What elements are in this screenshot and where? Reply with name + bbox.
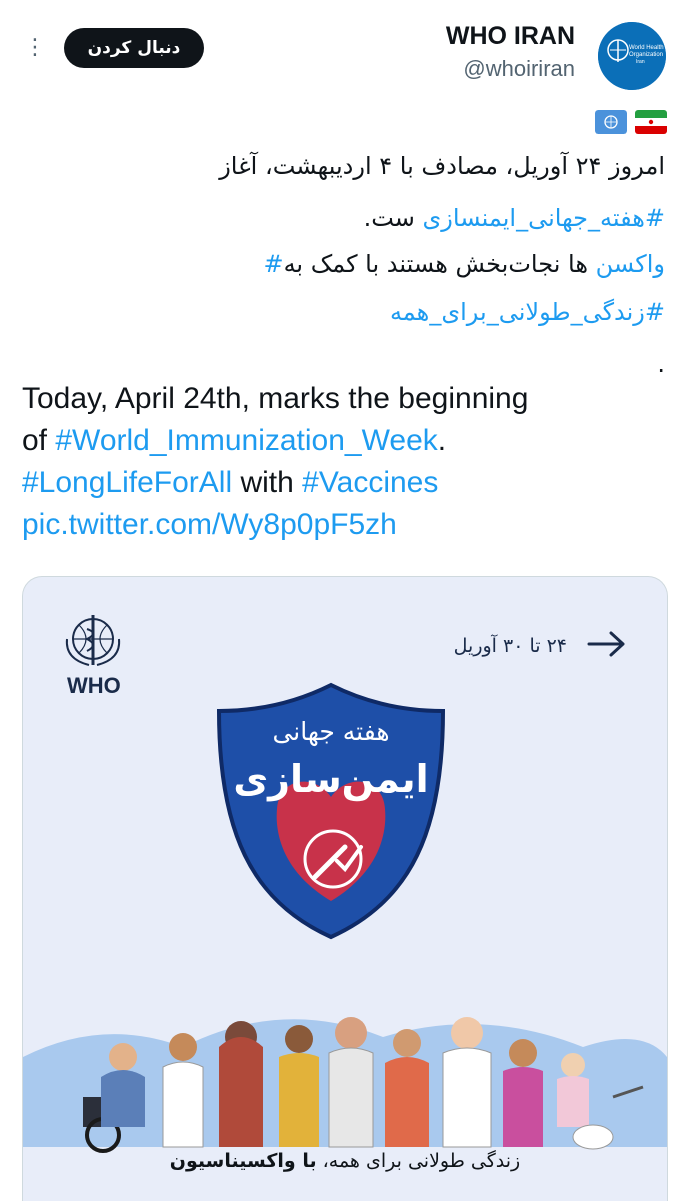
caption-bold: با واکسیناسیون — [169, 1150, 317, 1172]
tweet-en-line-1: Today, April 24th, marks the beginning — [22, 382, 529, 415]
tweet-en-line-3-mid: with — [232, 466, 303, 499]
tweet-en-line-3: #LongLifeForAll with #Vaccines — [22, 466, 438, 500]
tweet-fa-line-3: واکسن ها نجات‌بخش هستند با کمک به# — [263, 250, 665, 278]
tweet-en-line-2-post: . — [437, 424, 447, 457]
un-flag-icon — [595, 110, 627, 134]
iran-flag-icon — [635, 110, 667, 134]
date-range: ۲۴ تا ۳۰ آوریل — [453, 635, 567, 657]
card-caption: زندگی طولانی برای همه، با واکسیناسیون — [23, 1150, 667, 1172]
hashtag-mark[interactable]: # — [263, 250, 283, 278]
shield-title-line-2: ایمن‌سازی — [233, 757, 429, 801]
avatar-text-1: World Health — [629, 45, 664, 51]
who-emblem-icon — [65, 615, 121, 666]
hashtag-world-immunization-week-fa[interactable]: #هفته_جهانی_ایمنسازی — [423, 204, 665, 232]
tweet-fa-line-1: امروز ۲۴ آوریل، مصادف با ۴ اردیبهشت، آغا… — [219, 152, 665, 180]
avatar-text-3: Iran — [636, 59, 645, 65]
caption-normal: زندگی طولانی برای همه، — [316, 1150, 521, 1172]
tweet-en-line-2-pre: of — [22, 424, 56, 457]
tweet-fa-line-2: #هفته_جهانی_ایمنسازی ست. — [364, 204, 665, 232]
who-label: WHO — [67, 673, 121, 698]
who-avatar-logo-icon: World Health Organization Iran — [598, 22, 666, 90]
avatar-text-2: Organization — [629, 52, 663, 58]
arrow-right-icon — [587, 631, 625, 657]
hashtag-long-life-for-all-fa[interactable]: #زندگی_طولانی_برای_همه — [390, 298, 665, 326]
tweet-fa-line-2-text: ست. — [363, 204, 423, 232]
shield-title-line-1: هفته جهانی — [272, 717, 390, 746]
user-handle[interactable]: @whoiriran — [463, 56, 575, 82]
tweet-fa-dot: . — [657, 350, 665, 378]
flag-emojis — [595, 110, 667, 134]
pic-link[interactable]: pic.twitter.com/Wy8p0pF5zh — [22, 508, 397, 542]
follow-button[interactable]: دنبال کردن — [64, 28, 204, 68]
people-illustration — [23, 1017, 667, 1153]
tweet-en-line-2: of #World_Immunization_Week. — [22, 424, 446, 458]
hashtag-world-immunization-week[interactable]: #World_Immunization_Week — [55, 424, 437, 457]
hashtag-vaccine-fa[interactable]: واکسن — [596, 250, 665, 278]
tweet-fa-line-3-text: ها نجات‌بخش هستند با کمک به — [283, 250, 596, 278]
avatar[interactable]: World Health Organization Iran — [598, 22, 666, 90]
more-vertical-icon[interactable]: ⋮ — [20, 32, 50, 62]
media-card[interactable]: WHO ۲۴ تا ۳۰ آوریل هفته جهانی ایمن‌سازی … — [22, 576, 668, 1201]
display-name[interactable]: WHO IRAN — [446, 22, 575, 51]
hashtag-long-life-for-all[interactable]: #LongLifeForAll — [22, 466, 232, 499]
tweet-header: ⋮ دنبال کردن WHO IRAN @whoiriran World H… — [0, 0, 687, 100]
hashtag-vaccines[interactable]: #Vaccines — [302, 466, 438, 499]
